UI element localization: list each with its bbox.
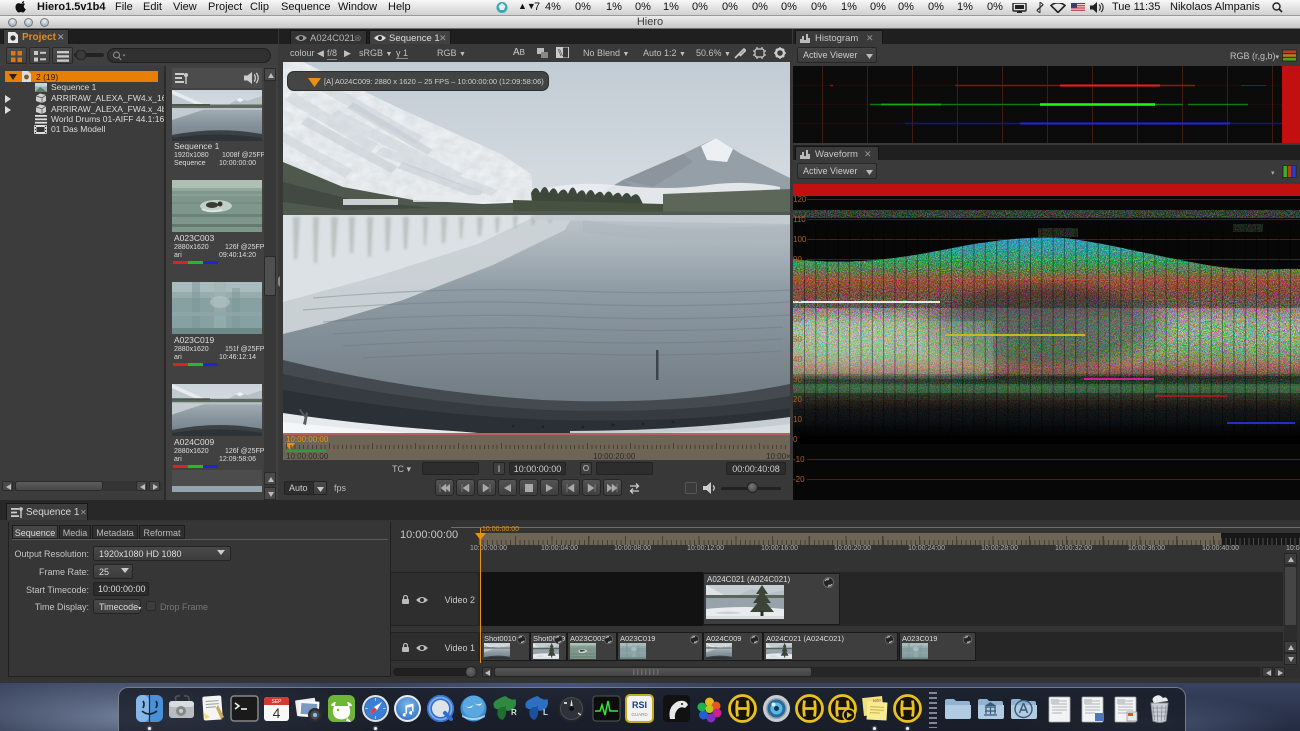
- svg-text:50: 50: [793, 335, 802, 344]
- svg-text:GUARD: GUARD: [631, 712, 648, 717]
- svg-text:0: 0: [793, 435, 798, 444]
- svg-text:30: 30: [793, 375, 802, 384]
- svg-text:120: 120: [793, 196, 807, 204]
- svg-text:60: 60: [793, 315, 802, 324]
- svg-text:20: 20: [793, 395, 802, 404]
- svg-text:110: 110: [793, 215, 806, 224]
- svg-text:-20: -20: [793, 475, 805, 484]
- svg-text:RSI: RSI: [632, 700, 647, 710]
- svg-text:SEP: SEP: [271, 699, 282, 705]
- svg-text:10: 10: [793, 415, 802, 424]
- svg-text:R: R: [511, 708, 517, 717]
- svg-text:90: 90: [793, 255, 802, 264]
- svg-text:100: 100: [793, 235, 807, 244]
- svg-text:40: 40: [793, 355, 802, 364]
- svg-text:-10: -10: [793, 455, 805, 464]
- svg-text:80: 80: [793, 275, 802, 284]
- svg-text:4: 4: [273, 705, 281, 721]
- svg-text:L: L: [543, 708, 548, 717]
- svg-text:70: 70: [793, 295, 802, 304]
- svg-text:todo: todo: [873, 697, 882, 703]
